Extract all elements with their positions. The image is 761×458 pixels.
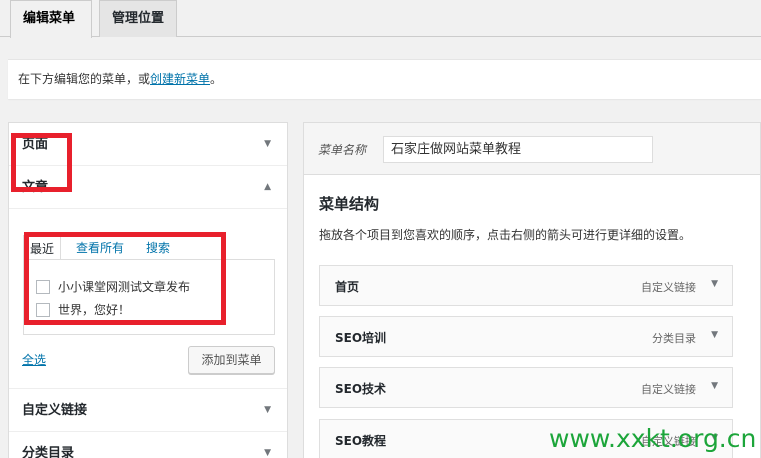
menu-item-title: 首页 — [335, 280, 360, 294]
accordion-pages-label: 页面 — [22, 137, 49, 152]
accordion-custom-links-label: 自定义链接 — [22, 403, 88, 418]
menu-item[interactable]: 首页 自定义链接 ▼ — [319, 265, 733, 306]
menu-item-type: 自定义链接 — [641, 281, 696, 294]
menu-name-bar: 菜单名称 石家庄做网站菜单教程 — [304, 123, 760, 175]
tab-edit-menus[interactable]: 编辑菜单 — [10, 0, 92, 38]
subtab-view-all[interactable]: 查看所有 — [76, 239, 124, 256]
posts-panel: 最近 查看所有 搜索 小小课堂网测试文章发布 世界，您好！ 全选 添加到菜单 — [9, 209, 287, 389]
notice-text: 在下方编辑您的菜单，或 — [18, 72, 151, 86]
create-new-menu-link[interactable]: 创建新菜单 — [150, 72, 210, 86]
list-item[interactable]: 世界，您好！ — [36, 301, 130, 319]
checkbox[interactable] — [36, 303, 50, 317]
menu-item-type: 分类目录 — [652, 332, 696, 345]
subtab-search[interactable]: 搜索 — [146, 239, 170, 256]
add-to-menu-button[interactable]: 添加到菜单 — [188, 346, 275, 374]
chevron-down-icon[interactable]: ▼ — [711, 381, 718, 391]
tab-manage-locations[interactable]: 管理位置 — [99, 0, 177, 37]
accordion-posts-label: 文章 — [22, 180, 49, 195]
select-all-link[interactable]: 全选 — [22, 351, 46, 368]
menu-name-label: 菜单名称 — [318, 143, 367, 157]
chevron-down-icon: ▼ — [264, 448, 271, 458]
chevron-down-icon[interactable]: ▼ — [711, 330, 718, 340]
list-item[interactable]: 小小课堂网测试文章发布 — [36, 278, 190, 296]
posts-subtabs: 最近 查看所有 搜索 — [23, 235, 275, 260]
accordion-pages[interactable]: 页面 ▼ — [9, 123, 287, 166]
list-item-label: 世界，您好！ — [58, 303, 131, 317]
menu-item[interactable]: SEO培训 分类目录 ▼ — [319, 316, 733, 357]
manage-menus-notice: 在下方编辑您的菜单，或创建新菜单。 — [8, 59, 761, 99]
accordion-posts[interactable]: 文章 ▲ — [9, 166, 287, 209]
posts-checklist: 小小课堂网测试文章发布 世界，您好！ — [23, 259, 275, 335]
nav-tab-wrapper: 编辑菜单 管理位置 — [0, 0, 761, 38]
chevron-down-icon: ▼ — [264, 405, 271, 415]
list-item-label: 小小课堂网测试文章发布 — [58, 280, 191, 294]
accordion-categories-label: 分类目录 — [22, 446, 75, 458]
menu-name-input[interactable]: 石家庄做网站菜单教程 — [383, 136, 653, 163]
chevron-down-icon[interactable]: ▼ — [711, 279, 718, 289]
menu-item-title: SEO教程 — [335, 434, 387, 448]
notice-suffix: 。 — [210, 72, 223, 86]
subtab-recent[interactable]: 最近 — [23, 235, 62, 260]
menu-structure-title: 菜单结构 — [319, 195, 380, 213]
add-menu-items-accordion: 页面 ▼ 文章 ▲ 最近 查看所有 搜索 小小课堂网测试文章发布 世界，您好！ … — [8, 122, 288, 458]
menu-structure-description: 拖放各个项目到您喜欢的顺序，点击右侧的箭头可进行更详细的设置。 — [319, 228, 692, 242]
checkbox[interactable] — [36, 280, 50, 294]
chevron-up-icon: ▲ — [264, 182, 271, 192]
menu-item[interactable]: SEO技术 自定义链接 ▼ — [319, 367, 733, 408]
menu-item-title: SEO技术 — [335, 382, 387, 396]
accordion-custom-links[interactable]: 自定义链接 ▼ — [9, 389, 287, 432]
menu-item-title: SEO培训 — [335, 331, 387, 345]
accordion-categories[interactable]: 分类目录 ▼ — [9, 432, 287, 458]
menu-management: 菜单名称 石家庄做网站菜单教程 菜单结构 拖放各个项目到您喜欢的顺序，点击右侧的… — [303, 122, 761, 458]
menu-item-type: 自定义链接 — [641, 383, 696, 396]
chevron-down-icon: ▼ — [264, 139, 271, 149]
watermark: www.xxkt.org.cn — [549, 424, 757, 453]
